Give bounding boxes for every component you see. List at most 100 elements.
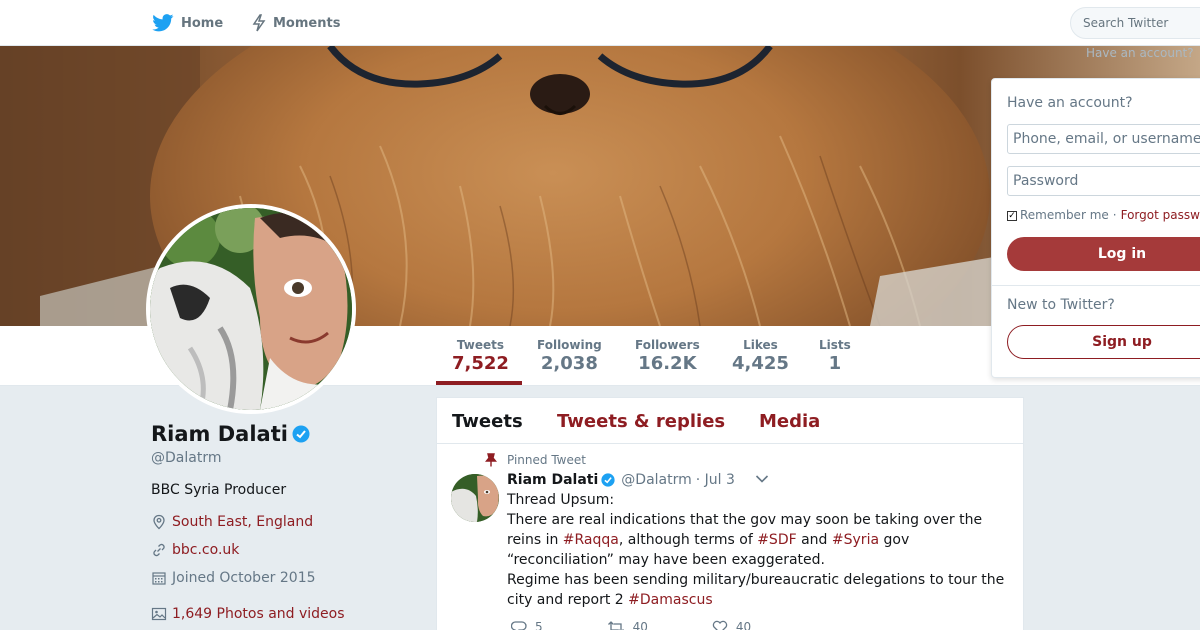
photos-videos-link[interactable]: 1,649 Photos and videos (172, 606, 345, 622)
tweet-line: “reconciliation” may have been exaggerat… (507, 552, 825, 568)
tab-tweets-and-replies[interactable]: Tweets & replies (557, 411, 725, 432)
retweet-count: 40 (632, 620, 648, 630)
remember-me-label[interactable]: Remember me (1020, 208, 1109, 222)
stat-value: 1 (828, 353, 842, 374)
stat-tweets[interactable]: Tweets 7,522 (452, 338, 509, 374)
pinned-tweet-label: Pinned Tweet (485, 453, 586, 467)
hashtag-sdf[interactable]: #SDF (757, 532, 796, 548)
tweet-text: Thread Upsum: There are real indications… (507, 490, 1017, 610)
nav-moments[interactable]: Moments (252, 0, 340, 46)
stat-label: Tweets (456, 338, 505, 352)
tweet-text-fragment: gov (879, 532, 910, 548)
profile-name[interactable]: Riam Dalati (151, 422, 310, 446)
hashtag-syria[interactable]: #Syria (832, 532, 879, 548)
location-text[interactable]: South East, England (172, 514, 313, 530)
tweet-text-fragment: reins in (507, 532, 563, 548)
like-count: 40 (735, 620, 752, 630)
have-account-link[interactable]: Have an account? (1086, 46, 1194, 60)
top-navigation-bar: Home Moments Search Twitter (0, 0, 1200, 46)
remember-me-row: ✓ Remember me · Forgot password? (1007, 208, 1200, 222)
remember-me-checkbox[interactable]: ✓ (1007, 211, 1017, 221)
stat-followers[interactable]: Followers 16.2K (635, 338, 700, 374)
tab-tweets[interactable]: Tweets (452, 411, 523, 432)
like-button[interactable]: 40 (712, 620, 783, 630)
tweet-text-fragment: and (796, 532, 832, 548)
stat-value: 16.2K (638, 353, 697, 374)
chevron-down-icon (755, 475, 768, 483)
separator-dot: · (1112, 208, 1117, 222)
link-icon (153, 543, 165, 557)
tweet-line: Regime has been sending military/bureauc… (507, 572, 1005, 588)
tweet-author-handle[interactable]: @Dalatrm (621, 472, 691, 488)
stat-label: Followers (635, 338, 700, 352)
username-placeholder: Phone, email, or username (1013, 131, 1200, 147)
forgot-password-link[interactable]: Forgot password? (1121, 208, 1200, 222)
tweet-timestamp[interactable]: · Jul 3 (696, 472, 735, 488)
joined-text: Joined October 2015 (172, 570, 316, 586)
heart-icon (712, 620, 728, 630)
avatar-photo (150, 208, 352, 410)
stat-value: 4,425 (732, 353, 789, 374)
tab-media[interactable]: Media (759, 411, 820, 432)
login-title: Have an account? (1007, 95, 1133, 111)
password-placeholder: Password (1013, 173, 1079, 189)
timeline-tabs: Tweets Tweets & replies Media (437, 398, 1023, 444)
calendar-icon (152, 572, 166, 585)
profile-bio: BBC Syria Producer (151, 482, 287, 498)
verified-badge-icon (601, 473, 615, 487)
stat-following[interactable]: Following 2,038 (537, 338, 602, 374)
nav-home[interactable]: Home (152, 0, 223, 46)
signup-button[interactable]: Sign up (1007, 325, 1200, 359)
profile-photos-videos[interactable]: 1,649 Photos and videos (151, 606, 345, 622)
tweet-header: Riam Dalati @Dalatrm · Jul 3 (507, 472, 769, 488)
retweet-button[interactable]: 40 (607, 620, 680, 630)
nav-moments-label: Moments (273, 15, 341, 31)
stat-likes[interactable]: Likes 4,425 (732, 338, 789, 374)
retweet-icon (607, 621, 624, 630)
tweet-avatar-photo (451, 474, 499, 522)
website-link[interactable]: bbc.co.uk (172, 542, 239, 558)
active-stat-underline (436, 381, 522, 385)
stat-label: Lists (819, 338, 851, 352)
tweet-line: Thread Upsum: (507, 492, 615, 508)
hashtag-damascus[interactable]: #Damascus (628, 592, 712, 608)
stat-value: 2,038 (540, 353, 598, 374)
profile-name-text: Riam Dalati (151, 422, 288, 446)
stat-label: Following (537, 338, 602, 352)
pinned-label-text: Pinned Tweet (507, 453, 586, 467)
verified-badge-icon (292, 425, 310, 443)
reply-count: 5 (535, 620, 543, 630)
search-input[interactable]: Search Twitter (1070, 7, 1200, 39)
profile-handle[interactable]: @Dalatrm (151, 450, 221, 466)
reply-button[interactable]: 5 (511, 620, 575, 630)
profile-location: South East, England (151, 514, 313, 530)
profile-joined: Joined October 2015 (151, 570, 316, 586)
tweet-line: reins in #Raqqa, although terms of #SDF … (507, 530, 1017, 550)
login-dropdown: Have an account? Phone, email, or userna… (991, 78, 1200, 378)
tweet-line: There are real indications that the gov … (507, 512, 983, 528)
login-button[interactable]: Log in (1007, 237, 1200, 271)
new-to-twitter-text: New to Twitter? (1007, 297, 1115, 313)
location-pin-icon (153, 514, 165, 530)
tweet-line: city and report 2 #Damascus (507, 590, 1017, 610)
profile-website: bbc.co.uk (151, 542, 239, 558)
profile-avatar[interactable] (146, 204, 356, 414)
image-icon (151, 607, 167, 621)
stat-lists[interactable]: Lists 1 (819, 338, 851, 374)
tweet-author-avatar[interactable] (451, 474, 499, 522)
login-divider (992, 285, 1200, 286)
reply-icon (511, 621, 527, 630)
lightning-bolt-icon (252, 14, 266, 32)
tweet-text-fragment: city and report 2 (507, 592, 629, 608)
tweet-timeline: Tweets Tweets & replies Media Pinned Twe… (436, 397, 1024, 630)
password-input[interactable]: Password (1007, 166, 1200, 196)
stat-label: Likes (743, 338, 778, 352)
tweet-options-button[interactable] (755, 472, 769, 488)
username-input[interactable]: Phone, email, or username (1007, 124, 1200, 154)
tweet-author-name[interactable]: Riam Dalati (507, 472, 598, 488)
hashtag-raqqa[interactable]: #Raqqa (563, 532, 619, 548)
nav-home-label: Home (181, 15, 224, 31)
tweet-text-fragment: , although terms of (618, 532, 758, 548)
search-placeholder: Search Twitter (1083, 16, 1169, 30)
pin-icon (485, 453, 497, 467)
